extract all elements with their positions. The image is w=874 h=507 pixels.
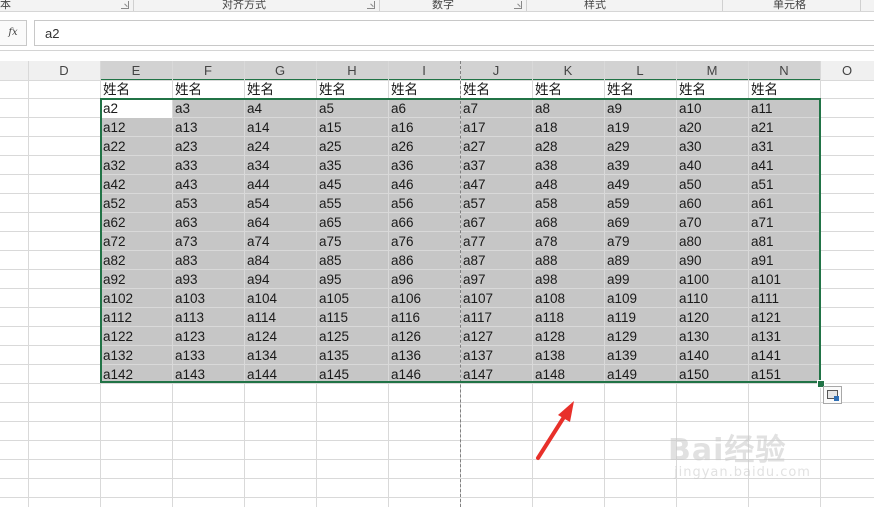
- dialog-launcher-icon[interactable]: [514, 1, 522, 9]
- column-header-e[interactable]: E: [100, 62, 172, 80]
- header-cell[interactable]: 姓名: [388, 80, 460, 99]
- ribbon-group-number: 数字: [432, 0, 454, 11]
- dialog-launcher-icon[interactable]: [121, 1, 129, 9]
- column-header-i[interactable]: I: [388, 62, 460, 80]
- watermark-brand: Bai经验: [668, 433, 787, 468]
- header-cell[interactable]: 姓名: [460, 80, 532, 99]
- header-cell[interactable]: 姓名: [316, 80, 388, 99]
- header-cell[interactable]: 姓名: [676, 80, 748, 99]
- dialog-launcher-icon[interactable]: [367, 1, 375, 9]
- column-header-l[interactable]: L: [604, 62, 676, 80]
- ribbon-group-font: 本: [0, 0, 11, 11]
- formula-bar: fx a2: [0, 12, 874, 51]
- column-header-d[interactable]: D: [28, 62, 100, 80]
- column-header-g[interactable]: G: [244, 62, 316, 80]
- ribbon-separator: [526, 0, 527, 11]
- column-header-h[interactable]: H: [316, 62, 388, 80]
- grid-hline: [0, 497, 874, 498]
- formula-input[interactable]: a2: [34, 20, 874, 46]
- ribbon-separator: [860, 0, 861, 11]
- header-cell[interactable]: 姓名: [748, 80, 820, 99]
- column-header-j[interactable]: J: [460, 62, 532, 80]
- watermark: Bai经验 jingyan.baidu.com: [668, 425, 868, 495]
- ribbon-separator: [133, 0, 134, 11]
- ribbon: 本 对齐方式 数字 样式 单元格: [0, 0, 874, 12]
- ribbon-separator: [379, 0, 380, 11]
- insert-function-icon[interactable]: fx: [0, 20, 27, 46]
- ribbon-group-styles: 样式: [584, 0, 606, 11]
- header-cell[interactable]: 姓名: [532, 80, 604, 99]
- grid-hline: [0, 421, 874, 422]
- header-cell[interactable]: 姓名: [244, 80, 316, 99]
- column-header-m[interactable]: M: [676, 62, 748, 80]
- ribbon-group-cells: 单元格: [773, 0, 806, 11]
- header-cell[interactable]: 姓名: [172, 80, 244, 99]
- header-cell[interactable]: 姓名: [604, 80, 676, 99]
- selection-border: [100, 98, 821, 383]
- watermark-url: jingyan.baidu.com: [674, 465, 811, 480]
- ribbon-separator: [722, 0, 723, 11]
- column-header-k[interactable]: K: [532, 62, 604, 80]
- column-header-f[interactable]: F: [172, 62, 244, 80]
- column-header-o[interactable]: O: [820, 62, 874, 80]
- red-arrow-icon: [536, 401, 574, 460]
- grid-hline: [0, 402, 874, 403]
- column-header-n[interactable]: N: [748, 62, 820, 80]
- ribbon-group-alignment: 对齐方式: [222, 0, 266, 11]
- quick-analysis-icon[interactable]: [823, 386, 842, 404]
- formula-value: a2: [45, 26, 60, 41]
- header-cell[interactable]: 姓名: [100, 80, 172, 99]
